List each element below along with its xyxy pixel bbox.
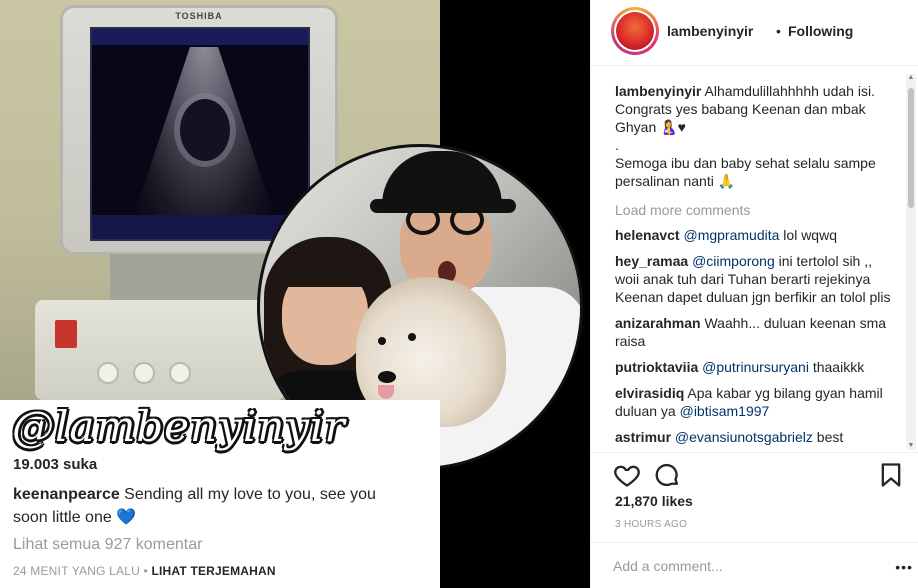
monitor-brand-label: TOSHIBA <box>175 11 223 21</box>
comment-item: anizarahman Waahh... duluan keenan sma r… <box>615 314 891 350</box>
scrollbar-thumb[interactable] <box>908 88 914 208</box>
comment-item: putrioktaviia @putrinursuryani thaaikkk <box>615 358 891 376</box>
card-meta-separator: • <box>139 564 152 578</box>
comment-mention[interactable]: @mgpramudita <box>683 227 779 243</box>
comment-username[interactable]: hey_ramaa <box>615 253 688 269</box>
scroll-down-arrow-icon[interactable]: ▼ <box>907 442 915 450</box>
card-translate: LIHAT TERJEMAHAN <box>151 564 276 578</box>
console-knob <box>133 362 155 384</box>
comment-item: elvirasidiq Apa kabar yg bilang gyan ham… <box>615 384 891 420</box>
avatar[interactable] <box>611 7 659 55</box>
console-knob <box>169 362 191 384</box>
post-header: lambenyinyir • Following <box>591 0 918 66</box>
comment-text: thaaikkk <box>808 359 865 375</box>
comment-username[interactable]: putrioktaviia <box>615 359 698 375</box>
console-knob <box>97 362 119 384</box>
caption-username[interactable]: lambenyinyir <box>615 83 701 99</box>
screen-header-bar <box>92 29 308 45</box>
scroll-up-arrow-icon[interactable]: ▲ <box>907 74 915 82</box>
comment-item: hey_ramaa @ciimporong ini tertolol sih ,… <box>615 252 891 306</box>
card-caption: keenanpearce Sending all my love to you,… <box>13 483 413 529</box>
bookmark-icon[interactable] <box>877 461 905 489</box>
puppy-eye <box>378 337 386 345</box>
following-button[interactable]: Following <box>788 23 853 39</box>
add-comment-input[interactable] <box>613 553 893 579</box>
comment-username[interactable]: astrimur <box>615 429 671 445</box>
watermark-logo: @lambenyinyir <box>12 402 346 451</box>
card-time: 24 MENIT YANG LALU <box>13 564 140 578</box>
comments-section[interactable]: lambenyinyir Alhamdulillahhhhh udah isi.… <box>591 66 918 452</box>
header-username[interactable]: lambenyinyir <box>667 23 753 39</box>
header-separator: • <box>776 23 781 39</box>
post-actions: 21,870 likes 3 HOURS AGO <box>591 452 918 542</box>
likes-count[interactable]: 21,870 likes <box>615 493 693 509</box>
more-options-icon[interactable]: ••• <box>895 559 913 575</box>
comment-mention[interactable]: @ciimporong <box>692 253 775 269</box>
comment-username[interactable]: elvirasidiq <box>615 385 684 401</box>
card-view-all-comments: Lihat semua 927 komentar <box>13 536 203 553</box>
add-comment-bar: ••• <box>591 542 918 588</box>
instagram-card-overlay: @lambenyinyir 19.003 suka keenanpearce S… <box>0 400 440 588</box>
ultrasound-sac <box>180 99 230 161</box>
card-caption-user: keenanpearce <box>13 486 120 503</box>
ultrasound-console <box>35 300 285 400</box>
comment-icon[interactable] <box>653 461 681 489</box>
blue-heart-icon: 💙 <box>116 509 137 526</box>
card-meta: 24 MENIT YANG LALU • LIHAT TERJEMAHAN <box>13 564 276 578</box>
man-glasses <box>406 205 488 235</box>
heart-icon[interactable] <box>613 461 641 489</box>
comments-scrollbar[interactable]: ▲ ▼ <box>906 74 916 450</box>
woman-bangs <box>274 243 378 287</box>
console-red-button <box>55 320 77 348</box>
load-more-comments-button[interactable]: Load more comments <box>615 202 891 218</box>
comment-username[interactable]: anizarahman <box>615 315 701 331</box>
card-likes-count: 19.003 suka <box>13 456 98 473</box>
post-caption: lambenyinyir Alhamdulillahhhhh udah isi.… <box>615 82 891 190</box>
post-image[interactable]: TOSHIBA @lambenyinyir 19.003 suka keenan… <box>0 0 590 588</box>
puppy-eye <box>408 333 416 341</box>
comment-item: helenavct @mgpramudita lol wqwq <box>615 226 891 244</box>
post-timestamp[interactable]: 3 HOURS AGO <box>615 519 687 530</box>
post-sidebar: lambenyinyir • Following lambenyinyir Al… <box>590 0 918 588</box>
comment-mention[interactable]: @putrinursuryani <box>702 359 809 375</box>
ultrasound-screen <box>90 27 310 241</box>
comment-mention[interactable]: @evansiunotsgabrielz <box>675 429 813 445</box>
comment-text: best <box>812 429 844 445</box>
avatar-image <box>616 12 654 50</box>
comment-username[interactable]: helenavct <box>615 227 680 243</box>
comment-text: lol wqwq <box>779 227 837 243</box>
puppy-nose <box>378 371 396 383</box>
comment-item: astrimur @evansiunotsgabrielz best <box>615 428 891 446</box>
comment-mention[interactable]: @ibtisam1997 <box>680 403 770 419</box>
monitor-stand <box>110 254 280 304</box>
